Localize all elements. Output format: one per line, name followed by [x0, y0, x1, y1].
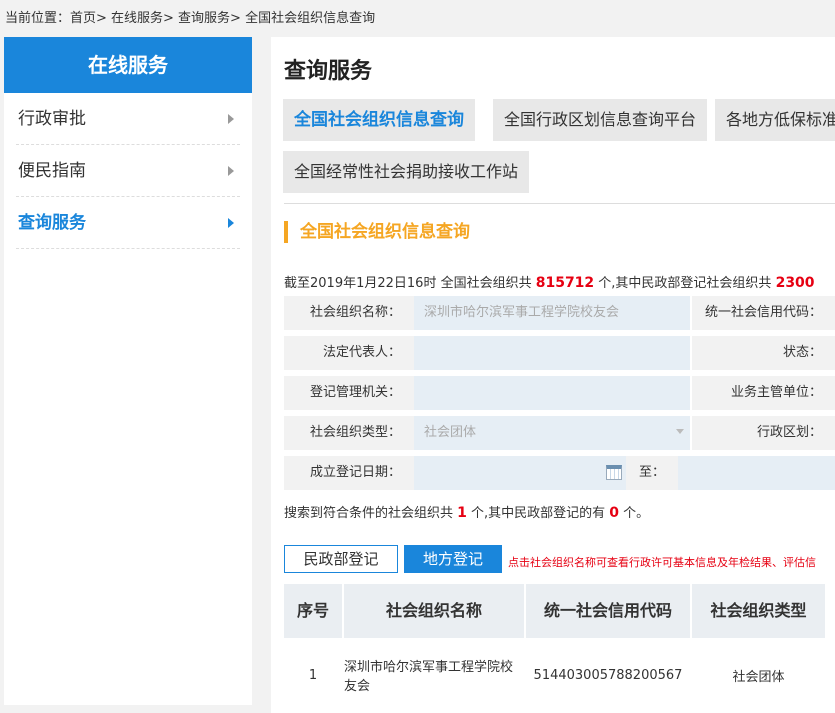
ministry-count: 2300	[775, 275, 815, 291]
tab-social-org-query[interactable]: 全国社会组织信息查询	[283, 99, 475, 141]
org-type-select[interactable]: 社会团体	[414, 416, 690, 450]
table-cell-index: 1	[308, 667, 318, 683]
sidebar-item-approval[interactable]: 行政审批	[16, 93, 240, 145]
breadcrumb: 当前位置：首页> 在线服务> 查询服务> 全国社会组织信息查询	[5, 11, 376, 26]
sidebar-item-query[interactable]: 查询服务	[16, 197, 240, 249]
reg-date-label: 成立登记日期：	[284, 456, 414, 490]
main-content: 查询服务 全国社会组织信息查询 全国行政区划信息查询平台 各地方低保标准 全国经…	[271, 37, 835, 713]
reg-authority-label: 登记管理机关：	[284, 376, 414, 410]
result-ministry-count: 0	[609, 505, 620, 521]
sidebar: 在线服务 行政审批 便民指南 查询服务	[4, 37, 252, 705]
ministry-registration-button[interactable]: 民政部登记	[284, 545, 398, 573]
legal-rep-input[interactable]	[414, 336, 690, 370]
org-type-value: 社会团体	[424, 425, 477, 440]
table-cell-type: 社会团体	[732, 669, 785, 685]
total-count: 815712	[535, 275, 595, 291]
page-title: 查询服务	[284, 59, 373, 84]
sidebar-item-guide[interactable]: 便民指南	[16, 145, 240, 197]
to-label: 至：	[626, 456, 678, 490]
credit-code-label: 统一社会信用代码：	[692, 296, 835, 330]
local-registration-button[interactable]: 地方登记	[404, 545, 502, 573]
table-header-type: 社会组织类型	[692, 584, 825, 638]
chevron-right-icon	[228, 166, 234, 176]
region-label: 行政区划：	[692, 416, 835, 450]
chevron-right-icon	[228, 114, 234, 124]
divider	[284, 203, 835, 204]
status-label: 状态：	[692, 336, 835, 370]
table-cell-org-name-link[interactable]: 深圳市哈尔滨军事工程学院校友会	[344, 640, 524, 710]
calendar-icon[interactable]	[606, 465, 622, 480]
sidebar-title: 在线服务	[4, 37, 252, 93]
reg-authority-input[interactable]	[414, 376, 690, 410]
sidebar-item-label: 查询服务	[18, 213, 86, 233]
tab-admin-division-query[interactable]: 全国行政区划信息查询平台	[493, 99, 708, 141]
hint-text: 点击社会组织名称可查看行政许可基本信息及年检结果、评估信	[508, 556, 816, 569]
reg-date-start-input[interactable]	[414, 456, 626, 490]
result-summary: 搜索到符合条件的社会组织共 1 个,其中民政部登记的有 0 个。	[284, 505, 650, 521]
reg-date-end-input[interactable]	[678, 456, 835, 490]
sidebar-item-label: 行政审批	[18, 109, 86, 129]
table-header-index: 序号	[284, 584, 342, 638]
table-header-code: 统一社会信用代码	[526, 584, 690, 638]
org-type-label: 社会组织类型：	[284, 416, 414, 450]
stats-text: 截至2019年1月22日16时 全国社会组织共 815712 个,其中民政部登记…	[284, 275, 815, 291]
tab-local-allowance[interactable]: 各地方低保标准	[715, 99, 835, 141]
result-count: 1	[457, 505, 467, 521]
chevron-down-icon	[676, 429, 684, 434]
tab-donation-stations[interactable]: 全国经常性社会捐助接收工作站	[283, 151, 530, 193]
supervisor-label: 业务主管单位：	[692, 376, 835, 410]
legal-rep-label: 法定代表人：	[284, 336, 414, 370]
section-title: 全国社会组织信息查询	[284, 221, 470, 243]
sidebar-item-label: 便民指南	[18, 161, 86, 181]
table-header-name: 社会组织名称	[344, 584, 524, 638]
org-name-input[interactable]: 深圳市哈尔滨军事工程学院校友会	[414, 296, 690, 330]
org-name-label: 社会组织名称：	[284, 296, 414, 330]
chevron-right-icon	[228, 218, 234, 228]
table-cell-code: 514403005788200567	[533, 667, 683, 683]
